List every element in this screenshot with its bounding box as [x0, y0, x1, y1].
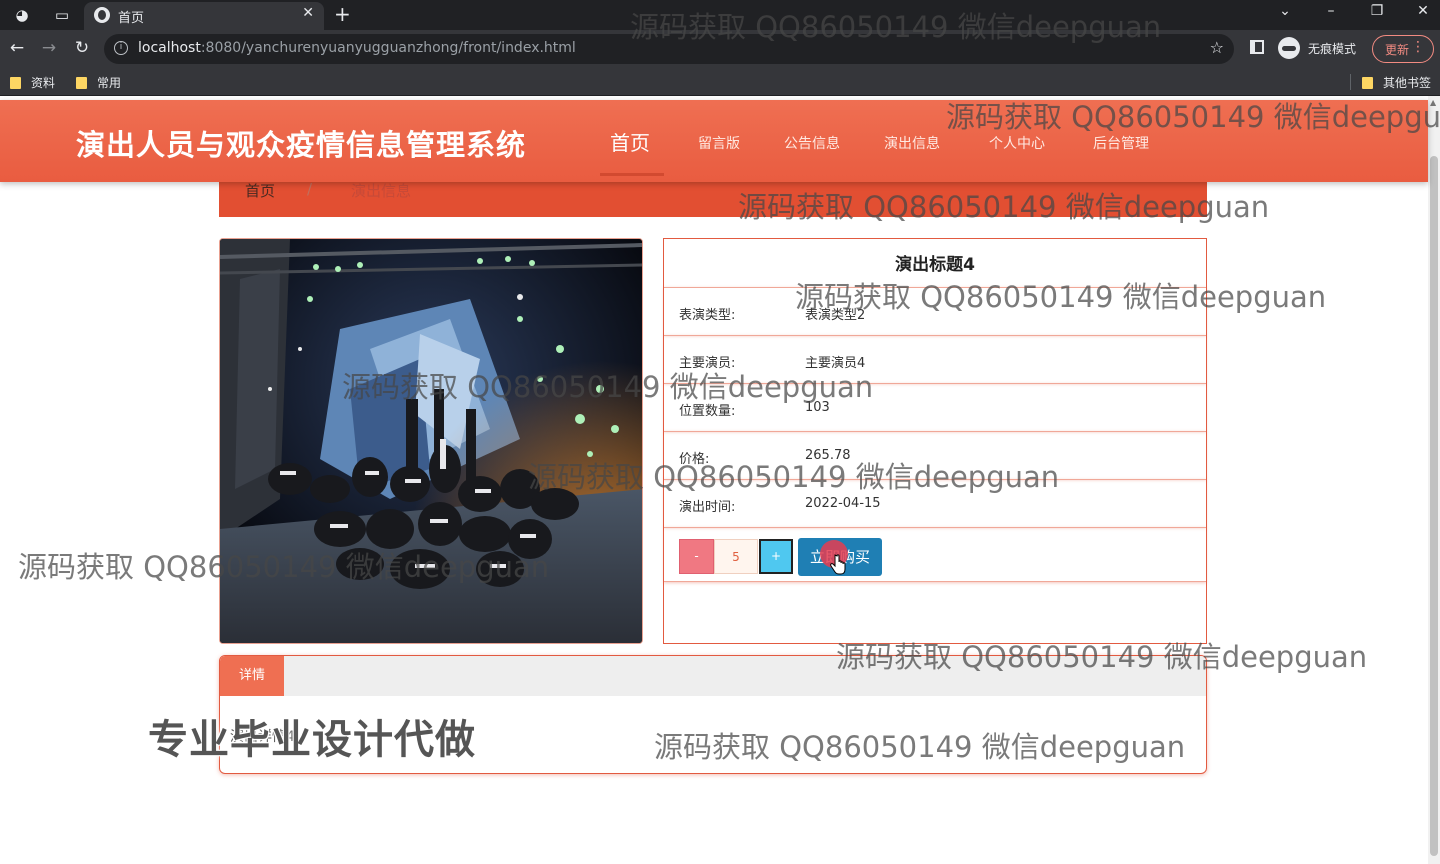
field-value: 265.78	[805, 448, 851, 463]
info-row-actor: 主要演员: 主要演员4	[664, 335, 1206, 383]
close-window-icon[interactable]: ✕	[1408, 3, 1438, 19]
back-icon[interactable]: ←	[5, 38, 29, 58]
info-row-seats: 位置数量: 103	[664, 383, 1206, 431]
folder-icon	[10, 77, 21, 89]
quantity-decrease-button[interactable]: -	[679, 539, 714, 574]
tab-details[interactable]: 详情	[220, 656, 284, 696]
purchase-row: - + 立即购买	[664, 527, 1206, 582]
field-label: 表演类型:	[679, 308, 736, 323]
bookmark-folder-changyong[interactable]: 常用	[76, 74, 121, 91]
address-bar[interactable]: i localhost:8080/yanchurenyuanyugguanzho…	[104, 34, 1234, 64]
browser-tab[interactable]: 首页 ✕	[84, 2, 324, 30]
side-panel-icon[interactable]	[1250, 40, 1264, 54]
field-value: 2022-04-15	[805, 496, 881, 511]
tab-title: 首页	[118, 11, 145, 26]
page-scrollbar[interactable]: ▲	[1428, 96, 1440, 864]
breadcrumb-current: 演出信息	[351, 182, 412, 200]
quantity-increase-button[interactable]: +	[759, 539, 793, 574]
info-row-time: 演出时间: 2022-04-15	[664, 479, 1206, 527]
performance-info-panel: 演出标题4 表演类型: 表演类型2 主要演员: 主要演员4 位置数量: 103 …	[663, 238, 1207, 644]
info-row-price: 价格: 265.78	[664, 431, 1206, 479]
more-menu-icon[interactable]: ⋮	[1411, 39, 1425, 55]
quantity-input[interactable]	[714, 539, 758, 574]
globe-icon	[94, 7, 110, 23]
field-value: 103	[805, 400, 830, 415]
nav-profile[interactable]: 个人中心	[989, 133, 1045, 153]
details-tabbar: 详情	[220, 656, 1206, 696]
new-tab-icon[interactable]: +	[334, 2, 351, 26]
url-text: localhost:8080/yanchurenyuanyugguanzhong…	[138, 40, 576, 56]
folder-icon	[76, 77, 87, 89]
nav-performances[interactable]: 演出信息	[884, 133, 940, 153]
field-value: 主要演员4	[805, 356, 866, 371]
nav-home[interactable]: 首页	[610, 127, 650, 156]
bookmarks-bar: 资料 常用 其他书签	[0, 68, 1440, 96]
browser-tabstrip: ◕ ▭ 首页 ✕ + ⌄ – ❐ ✕	[0, 0, 1440, 30]
performance-title: 演出标题4	[895, 255, 975, 275]
nav-announcements[interactable]: 公告信息	[784, 133, 840, 153]
info-row-type: 表演类型: 表演类型2	[664, 287, 1206, 335]
breadcrumb-separator: /	[307, 180, 313, 198]
hand-cursor-icon	[830, 554, 846, 575]
forward-icon[interactable]: →	[37, 38, 61, 58]
tab-list-icon[interactable]: ⌄	[1270, 3, 1300, 19]
browser-toolbar: ← → ↻ i localhost:8080/yanchurenyuanyugg…	[0, 30, 1440, 68]
site-title: 演出人员与观众疫情信息管理系统	[76, 128, 527, 162]
field-label: 主要演员:	[679, 356, 736, 371]
browser-menu-icon[interactable]: ◕	[12, 5, 32, 25]
site-header: 演出人员与观众疫情信息管理系统 首页 留言版 公告信息 演出信息 个人中心 后台…	[0, 100, 1428, 182]
other-bookmarks[interactable]: 其他书签	[1362, 74, 1431, 91]
bookmark-star-icon[interactable]: ☆	[1210, 38, 1224, 57]
nav-messages[interactable]: 留言版	[698, 133, 740, 153]
breadcrumb-home[interactable]: 首页	[245, 180, 275, 201]
nav-admin[interactable]: 后台管理	[1093, 133, 1149, 153]
scroll-up-icon[interactable]: ▲	[1430, 98, 1436, 107]
site-info-icon[interactable]: i	[114, 41, 128, 55]
promo-watermark: 专业毕业设计代做	[148, 717, 476, 763]
reload-icon[interactable]: ↻	[70, 38, 94, 58]
field-label: 演出时间:	[679, 500, 736, 515]
incognito-label: 无痕模式	[1308, 42, 1357, 56]
bookmark-folder-ziliao[interactable]: 资料	[10, 74, 55, 91]
close-tab-icon[interactable]: ✕	[302, 5, 314, 21]
scrollbar-thumb[interactable]	[1430, 156, 1438, 856]
field-label: 位置数量:	[679, 404, 736, 419]
folder-icon	[1362, 77, 1373, 89]
nav-active-underline	[600, 173, 664, 176]
field-value: 表演类型2	[805, 308, 866, 323]
restore-icon[interactable]: ❐	[1362, 3, 1392, 19]
incognito-icon	[1278, 37, 1300, 59]
tab-search-icon[interactable]: ▭	[52, 5, 72, 25]
bookmarks-divider	[1350, 74, 1351, 90]
field-label: 价格:	[679, 452, 710, 467]
performance-poster-image	[219, 238, 643, 644]
update-button[interactable]: 更新 ⋮	[1372, 35, 1434, 63]
update-label: 更新	[1385, 43, 1410, 57]
minimize-icon[interactable]: –	[1316, 3, 1346, 19]
